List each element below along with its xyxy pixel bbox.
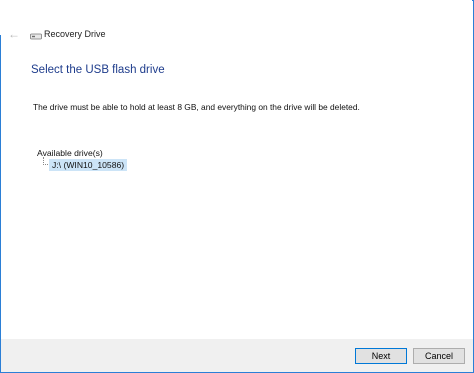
title-bar: ← Recovery Drive <box>0 0 472 40</box>
instruction-text: The drive must be able to hold at least … <box>33 102 360 112</box>
recovery-drive-window <box>0 0 474 373</box>
next-button[interactable]: Next <box>355 348 407 364</box>
usb-drive-icon <box>30 33 42 40</box>
page-heading: Select the USB flash drive <box>31 64 165 76</box>
cancel-button[interactable]: Cancel <box>413 348 465 364</box>
window-title: Recovery Drive <box>44 29 106 39</box>
drive-list-item[interactable]: J:\ (WIN10_10586) <box>49 159 128 171</box>
back-arrow-icon[interactable]: ← <box>4 26 24 42</box>
